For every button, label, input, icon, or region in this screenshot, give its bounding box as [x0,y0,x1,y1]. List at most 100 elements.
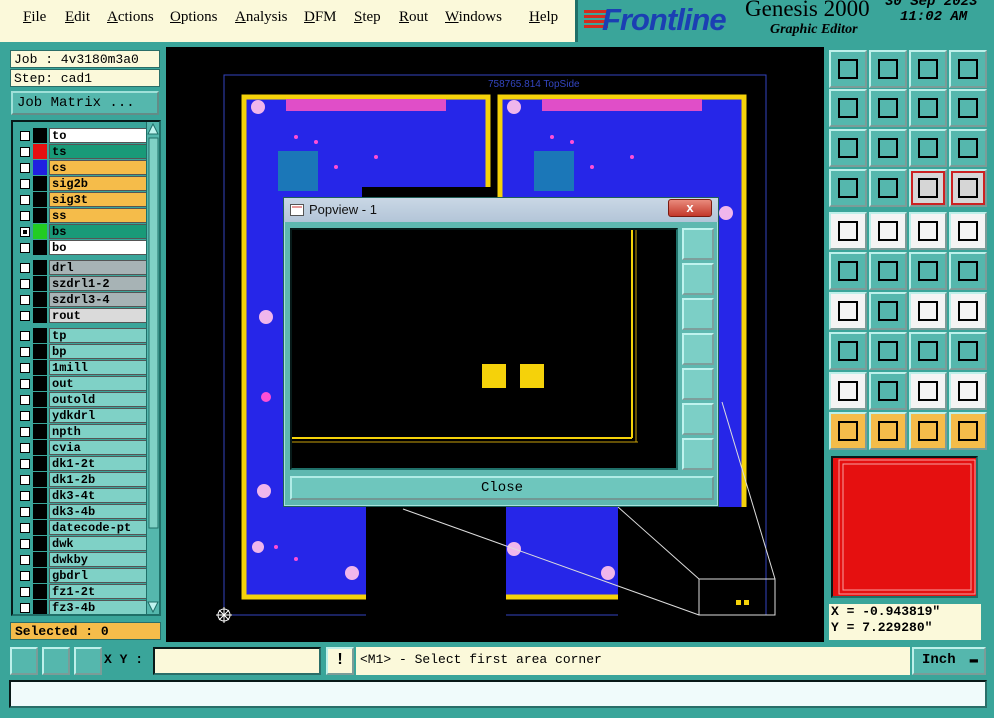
layer-name[interactable]: ydkdrl [49,408,147,423]
menu-edit[interactable]: Edit [65,9,90,26]
feature-icon[interactable] [829,332,867,370]
layer-color-swatch[interactable] [33,440,47,455]
layer-checkbox[interactable] [20,443,30,453]
layer-color-swatch[interactable] [33,128,47,143]
layer-color-swatch[interactable] [33,536,47,551]
line-icon[interactable] [869,292,907,330]
xy-input[interactable] [153,647,321,675]
snap-icon[interactable] [10,647,38,675]
zoom-icon[interactable] [869,129,907,167]
one-to-one-icon[interactable] [909,129,947,167]
units-select[interactable]: Inch ▬ [912,647,986,675]
layer-name[interactable]: dk1-2b [49,472,147,487]
popview-center-icon[interactable] [682,438,714,470]
layer-name[interactable]: dk1-2t [49,456,147,471]
home-icon[interactable] [909,50,947,88]
layer-checkbox[interactable] [20,147,30,157]
layer-row[interactable]: fz1-2t [16,584,147,599]
layer-color-swatch[interactable] [33,160,47,175]
menu-actions[interactable]: Actions [107,9,154,26]
layer-name[interactable]: 1mill [49,360,147,375]
layer-row[interactable]: szdrl1-2 [16,276,147,291]
layer-color-swatch[interactable] [33,240,47,255]
layer-name[interactable]: outold [49,392,147,407]
layer-checkbox[interactable] [20,363,30,373]
layer-name[interactable]: ss [49,208,147,223]
layer-name[interactable]: cvia [49,440,147,455]
layer-checkbox[interactable] [20,539,30,549]
layer-name[interactable]: dwk [49,536,147,551]
job-matrix-button[interactable]: Job Matrix ... [11,91,159,115]
layer-row[interactable]: sig2b [16,176,147,191]
window-icon[interactable] [949,50,987,88]
menu-rout[interactable]: Rout [399,9,428,26]
snap-a-icon[interactable] [909,169,947,207]
menu-step[interactable]: Step [354,9,381,26]
layer-color-swatch[interactable] [33,292,47,307]
grid-icon[interactable] [74,647,102,675]
layer-name[interactable]: dk3-4t [49,488,147,503]
zoom-home-icon[interactable] [829,50,867,88]
layer-name[interactable]: dwkby [49,552,147,567]
layer-color-swatch[interactable] [33,408,47,423]
net-icon[interactable] [829,252,867,290]
layer-color-swatch[interactable] [33,600,47,614]
menu-dfm[interactable]: DFM [304,9,337,26]
popview-zoom-icon[interactable] [682,228,714,260]
triangle-d-icon[interactable] [949,372,987,410]
layer-checkbox[interactable] [20,507,30,517]
layer-name[interactable]: fz3-4b [49,600,147,614]
layer-row[interactable]: outold [16,392,147,407]
menu-windows[interactable]: Windows [445,9,502,26]
layer-row[interactable]: ts [16,144,147,159]
layer-color-swatch[interactable] [33,504,47,519]
circle-icon[interactable] [949,212,987,250]
resize-icon[interactable] [869,332,907,370]
draw-line-icon[interactable] [869,212,907,250]
menu-options[interactable]: Options [170,9,218,26]
layer-name[interactable]: fz1-2t [49,584,147,599]
menu-analysis[interactable]: Analysis [235,9,288,26]
layer-checkbox[interactable] [20,395,30,405]
dual-f-icon[interactable] [949,292,987,330]
layer-color-swatch[interactable] [33,308,47,323]
layer-checkbox[interactable] [20,227,30,237]
layer-name[interactable]: sig3t [49,192,147,207]
layer-row[interactable]: sig3t [16,192,147,207]
pan-right-icon[interactable] [869,89,907,127]
layer-checkbox[interactable] [20,411,30,421]
menu-help[interactable]: Help [529,9,558,26]
layer-row[interactable]: cvia [16,440,147,455]
layer-checkbox[interactable] [20,311,30,321]
layer-name[interactable]: out [49,376,147,391]
redo-icon[interactable] [949,89,987,127]
layer-checkbox[interactable] [20,523,30,533]
angle-line-icon[interactable] [829,292,867,330]
layer-row[interactable]: dwkby [16,552,147,567]
layer-name[interactable]: drl [49,260,147,275]
layer-row[interactable]: dk3-4t [16,488,147,503]
layer-name[interactable]: sig2b [49,176,147,191]
grid-icon[interactable] [869,169,907,207]
layer-checkbox[interactable] [20,263,30,273]
undo-icon[interactable] [909,89,947,127]
layer-color-swatch[interactable] [33,176,47,191]
cut-icon[interactable] [949,332,987,370]
layer-row[interactable]: to [16,128,147,143]
layer-row[interactable]: tp [16,328,147,343]
pointer-box-icon[interactable] [869,412,907,450]
layer-checkbox[interactable] [20,131,30,141]
layer-color-swatch[interactable] [33,376,47,391]
layer-color-swatch[interactable] [33,472,47,487]
menu-file[interactable]: File [23,9,46,26]
popview-pan-down-icon[interactable] [682,298,714,330]
layer-color-swatch[interactable] [33,424,47,439]
warning-button[interactable]: ! [326,647,354,675]
center-icon[interactable] [829,129,867,167]
layer-color-swatch[interactable] [33,192,47,207]
layer-checkbox[interactable] [20,603,30,613]
layer-list-scrollbar[interactable] [146,122,159,614]
close-window-button[interactable]: x [668,199,712,217]
layer-row[interactable]: rout [16,308,147,323]
triangle-a-icon[interactable] [829,372,867,410]
